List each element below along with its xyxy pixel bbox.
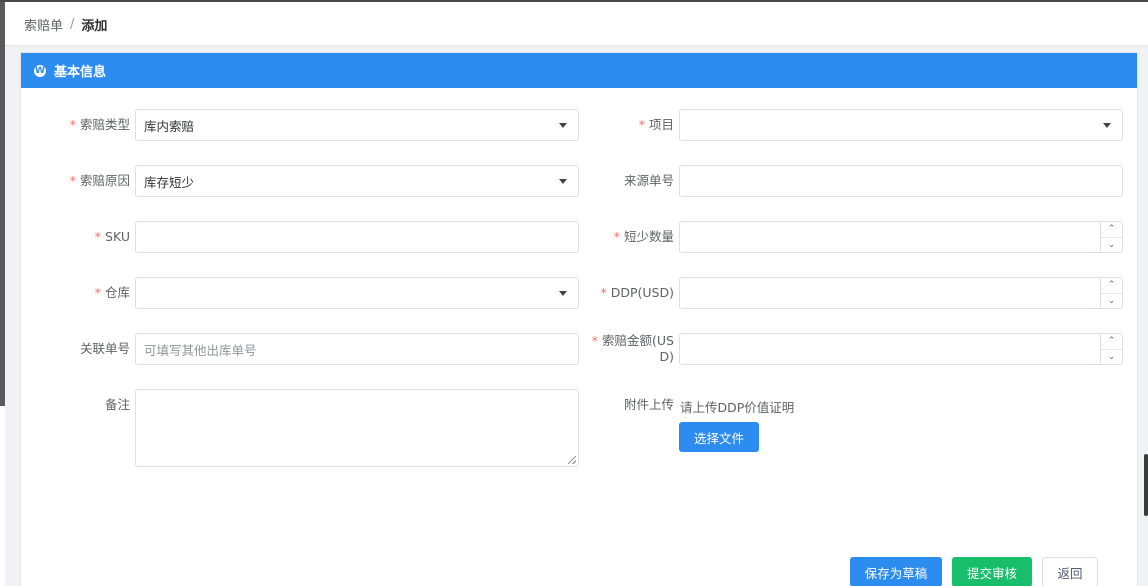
caret-down-icon: [559, 290, 567, 296]
stepper-controls: ⌃ ⌄: [1100, 222, 1122, 252]
page-scrollbar[interactable]: [1144, 454, 1148, 516]
sku-label: * SKU: [94, 229, 130, 244]
card-title: 基本信息: [54, 65, 107, 80]
source-no-label: 来源单号: [623, 173, 674, 188]
chevron-up-icon[interactable]: ⌃: [1101, 278, 1122, 294]
related-no-label: 关联单号: [79, 341, 130, 356]
card-header: W 基本信息: [21, 53, 1137, 88]
chevron-down-icon[interactable]: ⌄: [1101, 238, 1122, 253]
project-label: * 项目: [638, 117, 674, 132]
breadcrumb-separator: /: [70, 16, 75, 32]
caret-down-icon: [559, 122, 567, 128]
warehouse-label: * 仓库: [94, 285, 130, 300]
chevron-down-icon[interactable]: ⌄: [1101, 294, 1122, 309]
claim-type-select[interactable]: 库内索赔: [135, 109, 579, 141]
chevron-down-icon[interactable]: ⌄: [1101, 350, 1122, 365]
ddp-usd-label: * DDP(USD): [600, 285, 674, 300]
back-button[interactable]: 返回: [1042, 557, 1098, 586]
window-top-border: [0, 0, 1148, 2]
chevron-up-icon[interactable]: ⌃: [1101, 334, 1122, 350]
claim-reason-select[interactable]: 库存短少: [135, 165, 579, 197]
stepper-controls: ⌃ ⌄: [1100, 334, 1122, 364]
caret-down-icon: [559, 178, 567, 184]
claim-amount-label: * 索赔金额(US D): [591, 333, 674, 364]
claim-type-value: 库内索赔: [144, 118, 195, 134]
breadcrumb: 索赔单 / 添加: [24, 14, 107, 34]
claim-type-label: * 索赔类型: [69, 117, 130, 132]
breadcrumb-parent[interactable]: 索赔单: [24, 15, 63, 34]
caret-down-icon: [1103, 122, 1111, 128]
attachment-label: 附件上传: [623, 397, 674, 412]
sku-input[interactable]: [135, 221, 579, 253]
stepper-controls: ⌃ ⌄: [1100, 278, 1122, 308]
short-qty-label: * 短少数量: [613, 229, 674, 244]
project-select[interactable]: [679, 109, 1123, 141]
short-qty-stepper[interactable]: ⌃ ⌄: [679, 221, 1123, 253]
source-no-input[interactable]: [679, 165, 1123, 197]
breadcrumb-current: 添加: [81, 18, 108, 34]
choose-file-button[interactable]: 选择文件: [679, 422, 759, 452]
attachment-hint: 请上传DDP价值证明: [680, 400, 795, 415]
claim-amount-stepper[interactable]: ⌃ ⌄: [679, 333, 1123, 365]
related-no-input[interactable]: 可填写其他出库单号: [135, 333, 579, 365]
chevron-up-icon[interactable]: ⌃: [1101, 222, 1122, 238]
submit-review-button[interactable]: 提交审核: [952, 557, 1032, 586]
ddp-usd-stepper[interactable]: ⌃ ⌄: [679, 277, 1123, 309]
warehouse-select[interactable]: [135, 277, 579, 309]
wordpress-icon: W: [34, 64, 46, 77]
save-draft-button[interactable]: 保存为草稿: [850, 557, 942, 586]
remark-label: 备注: [104, 397, 130, 412]
related-no-placeholder: 可填写其他出库单号: [144, 342, 257, 358]
claim-reason-label: * 索赔原因: [69, 173, 130, 188]
claim-reason-value: 库存短少: [144, 174, 195, 190]
resize-handle-icon[interactable]: [568, 456, 576, 464]
remark-textarea[interactable]: [135, 389, 579, 467]
